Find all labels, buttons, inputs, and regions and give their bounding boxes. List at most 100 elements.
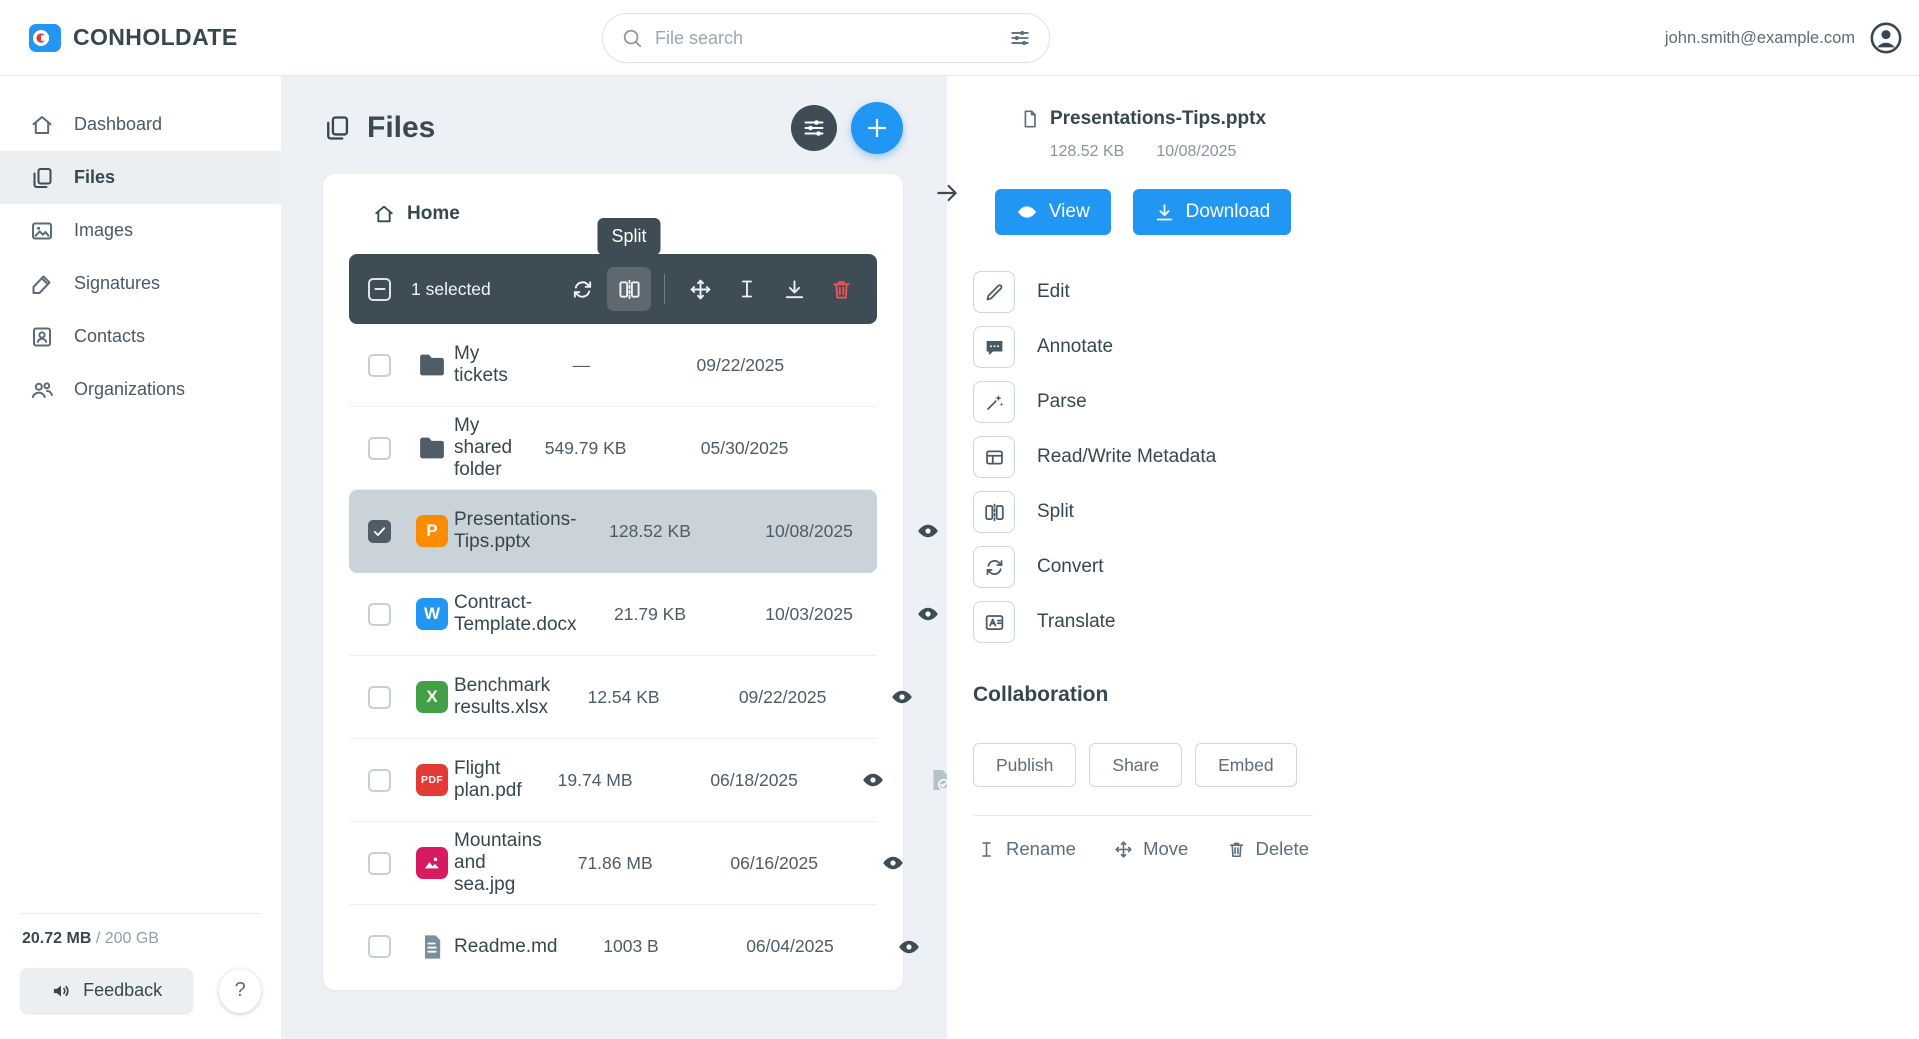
row-checkbox[interactable]	[368, 686, 391, 709]
file-name[interactable]: My tickets	[454, 343, 508, 387]
action-translate[interactable]: Translate	[973, 601, 1313, 643]
breadcrumb-home: Home	[407, 203, 460, 225]
action-parse[interactable]: Parse	[973, 381, 1313, 423]
sidebar-item-images[interactable]: Images	[0, 204, 281, 257]
toolbar-divider	[664, 274, 665, 304]
view-button[interactable]: View	[995, 189, 1111, 235]
delete-action[interactable]: Delete	[1227, 838, 1309, 860]
split-button[interactable]: Split	[607, 267, 651, 311]
file-date: 09/22/2025	[697, 687, 868, 708]
file-date: 06/18/2025	[669, 770, 840, 791]
table-row[interactable]: Readme.md 1003 B 06/04/2025	[349, 905, 877, 988]
rename-label: Rename	[1006, 838, 1076, 860]
split-tooltip: Split	[597, 218, 660, 255]
feedback-label: Feedback	[83, 980, 162, 1001]
sidebar-item-dashboard[interactable]: Dashboard	[0, 98, 281, 151]
rename-action[interactable]: Rename	[977, 838, 1076, 860]
sidebar-bottom: 20.72 MB / 200 GB Feedback ?	[0, 913, 281, 1039]
file-name[interactable]: Mountains and sea.jpg	[454, 830, 542, 896]
collaboration-title: Collaboration	[973, 683, 1313, 707]
md-file-icon	[418, 933, 446, 961]
table-row[interactable]: My shared folder 549.79 KB 05/30/2025	[349, 407, 877, 490]
table-row[interactable]: PDF Flight plan.pdf 19.74 MB 06/18/2025	[349, 739, 877, 822]
file-name[interactable]: Flight plan.pdf	[454, 758, 522, 802]
convert-button[interactable]	[560, 267, 604, 311]
select-all-checkbox[interactable]	[368, 278, 391, 301]
download-button[interactable]	[772, 267, 816, 311]
file-date: 06/04/2025	[705, 936, 876, 957]
sidebar-item-contacts[interactable]: Contacts	[0, 310, 281, 363]
help-button[interactable]: ?	[219, 969, 261, 1013]
feedback-button[interactable]: Feedback	[20, 968, 193, 1013]
action-metadata[interactable]: Read/Write Metadata	[973, 436, 1313, 478]
action-split[interactable]: Split	[973, 491, 1313, 533]
action-annotate[interactable]: Annotate	[973, 326, 1313, 368]
file-name[interactable]: Readme.md	[454, 936, 558, 958]
file-name[interactable]: Presentations-Tips.pptx	[454, 509, 577, 553]
folder-icon	[417, 350, 447, 380]
user-avatar-icon[interactable]	[1869, 21, 1903, 55]
convert-icon	[973, 546, 1015, 588]
delete-trash-icon	[830, 278, 853, 301]
delete-button[interactable]	[819, 267, 863, 311]
row-checkbox[interactable]	[368, 769, 391, 792]
row-checkbox[interactable]	[368, 354, 391, 377]
preview-eye-icon[interactable]	[881, 851, 905, 875]
row-checkbox[interactable]	[368, 935, 391, 958]
brand-logo[interactable]: CONHOLDATE	[28, 21, 238, 55]
details-file-size: 128.52 KB	[1050, 143, 1125, 161]
view-settings-button[interactable]	[791, 105, 837, 151]
pencil-icon	[973, 271, 1015, 313]
file-name[interactable]: Contract-Template.docx	[454, 592, 577, 636]
details-file-date: 10/08/2025	[1156, 143, 1236, 161]
row-checkbox[interactable]	[368, 520, 391, 543]
collapse-panel-arrow-icon[interactable]	[934, 180, 960, 206]
table-row[interactable]: My tickets — 09/22/2025	[349, 324, 877, 407]
action-edit[interactable]: Edit	[973, 271, 1313, 313]
sidebar-item-signatures[interactable]: Signatures	[0, 257, 281, 310]
download-button[interactable]: Download	[1133, 189, 1292, 235]
search-input[interactable]	[655, 28, 997, 49]
file-badge: X	[426, 687, 437, 707]
add-button[interactable]	[851, 102, 903, 154]
move-action[interactable]: Move	[1114, 838, 1188, 860]
sidebar-item-organizations[interactable]: Organizations	[0, 363, 281, 416]
table-row-selected[interactable]: P Presentations-Tips.pptx 128.52 KB 10/0…	[349, 490, 877, 573]
file-date: 09/22/2025	[655, 355, 826, 376]
file-list: My tickets — 09/22/2025 My shared folder…	[349, 324, 877, 988]
search-filter-icon[interactable]	[1009, 27, 1031, 49]
details-filename: Presentations-Tips.pptx	[1050, 108, 1266, 130]
embed-button[interactable]: Embed	[1195, 743, 1296, 787]
row-checkbox[interactable]	[368, 852, 391, 875]
share-button[interactable]: Share	[1089, 743, 1182, 787]
table-row[interactable]: X Benchmark results.xlsx 12.54 KB 09/22/…	[349, 656, 877, 739]
row-checkbox[interactable]	[368, 437, 391, 460]
files-icon	[323, 114, 351, 142]
row-checkbox[interactable]	[368, 603, 391, 626]
move-label: Move	[1143, 838, 1188, 860]
rename-button[interactable]	[725, 267, 769, 311]
table-row[interactable]: W Contract-Template.docx 21.79 KB 10/03/…	[349, 573, 877, 656]
selection-count: 1 selected	[411, 279, 491, 300]
file-name[interactable]: My shared folder	[454, 415, 512, 481]
details-file-header: Presentations-Tips.pptx	[973, 108, 1313, 130]
details-footer-actions: Rename Move Delete	[973, 815, 1313, 860]
image-glyph-icon	[422, 853, 442, 873]
move-icon	[1114, 840, 1133, 859]
sidebar-item-label: Contacts	[74, 326, 145, 347]
files-icon	[30, 166, 54, 190]
file-search[interactable]	[602, 13, 1050, 63]
sidebar-item-files[interactable]: Files	[0, 151, 281, 204]
file-name[interactable]: Benchmark results.xlsx	[454, 675, 550, 719]
action-convert[interactable]: Convert	[973, 546, 1313, 588]
preview-eye-icon[interactable]	[861, 768, 885, 792]
preview-eye-icon[interactable]	[916, 519, 940, 543]
publish-button[interactable]: Publish	[973, 743, 1076, 787]
document-check-icon[interactable]	[928, 768, 947, 792]
table-row[interactable]: Mountains and sea.jpg 71.86 MB 06/16/202…	[349, 822, 877, 905]
file-date: 10/08/2025	[724, 521, 895, 542]
preview-eye-icon[interactable]	[916, 602, 940, 626]
preview-eye-icon[interactable]	[897, 935, 921, 959]
preview-eye-icon[interactable]	[890, 685, 914, 709]
move-button[interactable]	[678, 267, 722, 311]
